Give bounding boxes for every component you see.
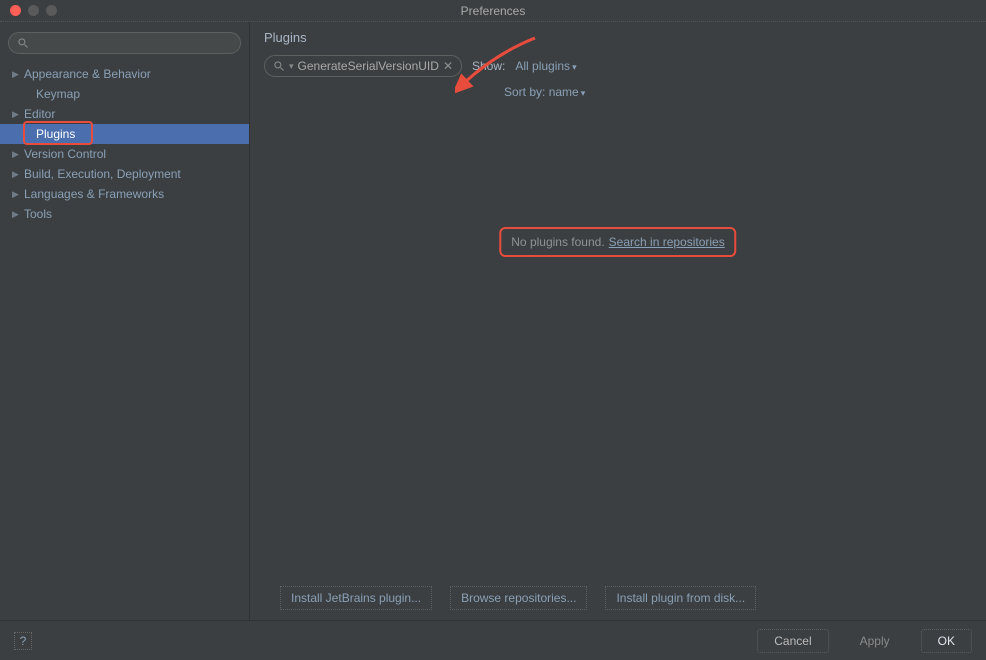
close-window-button[interactable] — [10, 5, 21, 16]
titlebar: Preferences — [0, 0, 986, 22]
sidebar-item-editor[interactable]: ▶Editor — [0, 104, 249, 124]
search-value: GenerateSerialVersionUID — [298, 59, 439, 73]
apply-button: Apply — [843, 629, 907, 653]
chevron-right-icon: ▶ — [12, 189, 19, 200]
browse-repositories-button[interactable]: Browse repositories... — [450, 586, 587, 610]
sidebar-item-appearance-behavior[interactable]: ▶Appearance & Behavior — [0, 64, 249, 84]
chevron-right-icon: ▶ — [12, 109, 19, 120]
plugins-search-field[interactable]: ▾ GenerateSerialVersionUID ✕ — [264, 55, 462, 77]
preferences-sidebar: ▶Appearance & Behavior Keymap ▶Editor Pl… — [0, 22, 250, 620]
help-button[interactable]: ? — [14, 632, 32, 650]
minimize-window-button[interactable] — [28, 5, 39, 16]
search-icon — [17, 37, 29, 49]
window-controls — [0, 5, 57, 16]
sidebar-search-input[interactable] — [35, 36, 232, 50]
install-plugin-from-disk-button[interactable]: Install plugin from disk... — [605, 586, 756, 610]
chevron-right-icon: ▶ — [12, 169, 19, 180]
zoom-window-button[interactable] — [46, 5, 57, 16]
sidebar-item-plugins[interactable]: Plugins — [0, 124, 249, 144]
sidebar-item-build-execution-deployment[interactable]: ▶Build, Execution, Deployment — [0, 164, 249, 184]
sort-row: Sort by: name▾ — [504, 85, 972, 99]
chevron-down-icon: ▾ — [289, 61, 294, 72]
dialog-footer: ? Cancel Apply OK — [0, 620, 986, 660]
ok-button[interactable]: OK — [921, 629, 972, 653]
sort-label: Sort by: — [504, 85, 545, 99]
sort-by-dropdown[interactable]: name▾ — [549, 85, 586, 99]
search-in-repositories-link[interactable]: Search in repositories — [609, 235, 725, 249]
panel-title: Plugins — [264, 30, 972, 45]
sidebar-search[interactable] — [8, 32, 241, 54]
plugins-panel: Plugins ▾ GenerateSerialVersionUID ✕ Sho… — [250, 22, 986, 620]
show-filter-dropdown[interactable]: All plugins▾ — [515, 59, 576, 73]
empty-text: No plugins found. — [511, 235, 604, 249]
settings-tree: ▶Appearance & Behavior Keymap ▶Editor Pl… — [0, 62, 249, 224]
clear-search-icon[interactable]: ✕ — [443, 59, 453, 73]
chevron-down-icon: ▾ — [581, 88, 586, 98]
chevron-right-icon: ▶ — [12, 149, 19, 160]
window-title: Preferences — [0, 4, 986, 18]
plugin-actions: Install JetBrains plugin... Browse repos… — [250, 586, 986, 610]
chevron-right-icon: ▶ — [12, 209, 19, 220]
no-plugins-message: No plugins found. Search in repositories — [499, 227, 736, 257]
search-icon — [273, 60, 285, 72]
chevron-right-icon: ▶ — [12, 69, 19, 80]
show-label: Show: — [472, 59, 505, 73]
plugins-filter-row: ▾ GenerateSerialVersionUID ✕ Show: All p… — [264, 55, 972, 77]
install-jetbrains-plugin-button[interactable]: Install JetBrains plugin... — [280, 586, 432, 610]
sidebar-item-tools[interactable]: ▶Tools — [0, 204, 249, 224]
sidebar-item-languages-frameworks[interactable]: ▶Languages & Frameworks — [0, 184, 249, 204]
chevron-down-icon: ▾ — [572, 62, 577, 72]
cancel-button[interactable]: Cancel — [757, 629, 828, 653]
sidebar-item-keymap[interactable]: Keymap — [0, 84, 249, 104]
sidebar-item-version-control[interactable]: ▶Version Control — [0, 144, 249, 164]
